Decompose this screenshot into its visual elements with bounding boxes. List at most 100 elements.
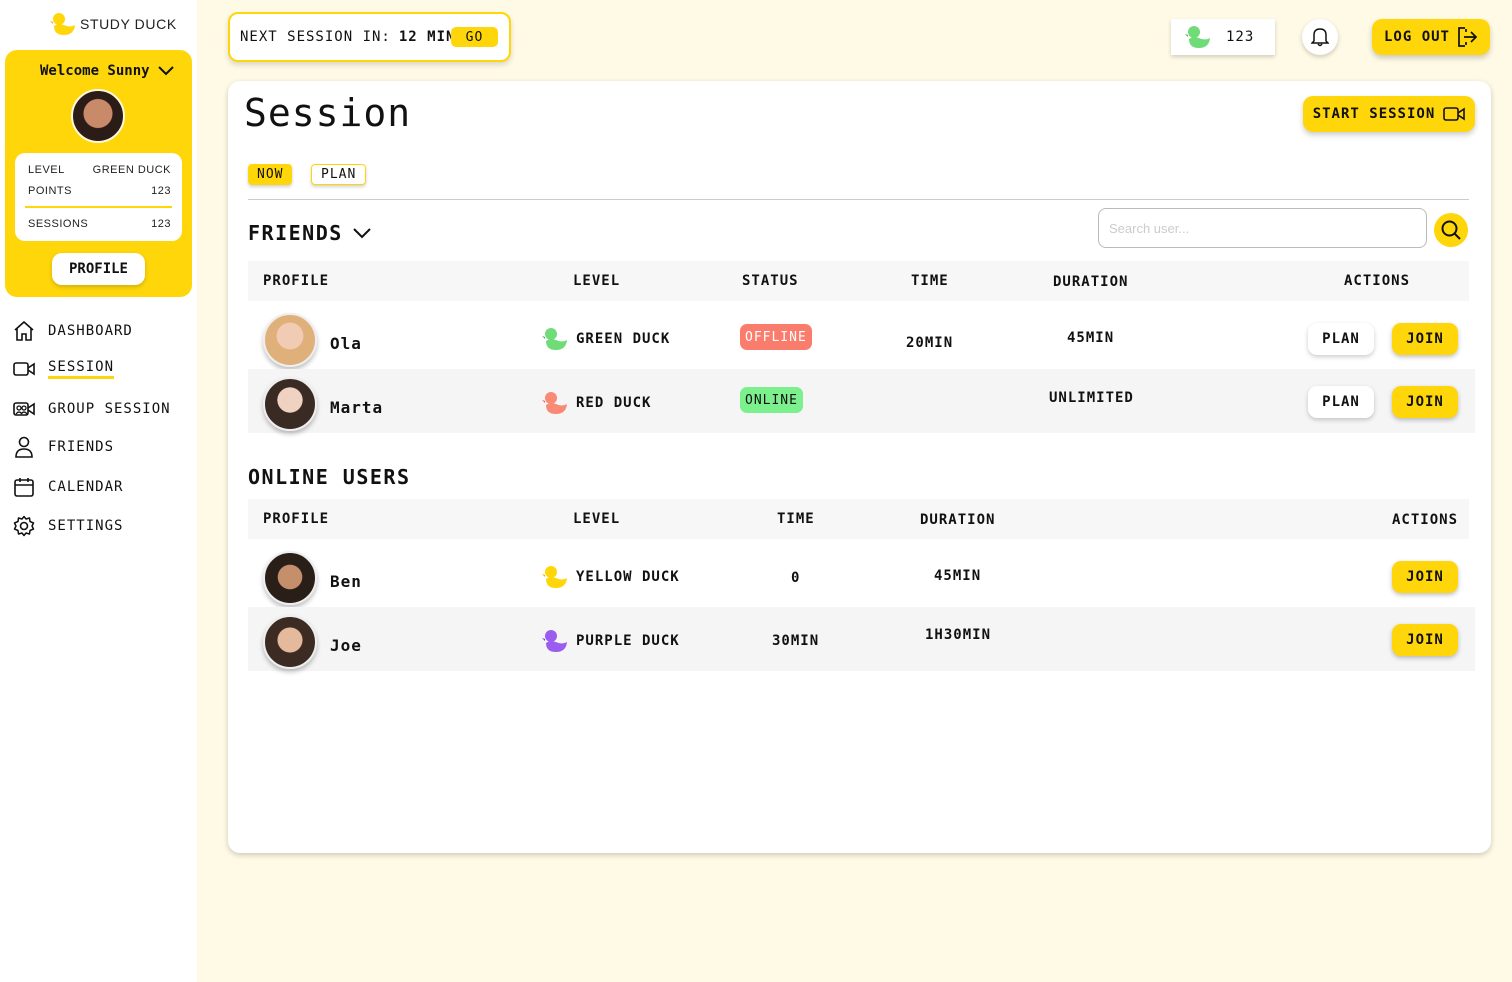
go-button[interactable]: GO [451, 27, 498, 47]
red-duck-icon [542, 392, 567, 414]
sidebar-item-calendar[interactable]: CALENDAR [12, 476, 123, 498]
green-duck-icon [542, 328, 567, 350]
group-video-icon [12, 398, 36, 420]
brand[interactable]: STUDY DUCK [50, 12, 177, 36]
sidebar-item-label: SESSION [48, 359, 115, 379]
time-cell: 20MIN [906, 335, 954, 351]
table-row: Ola GREEN DUCK OFFLINE 20MIN 45MIN PLAN … [248, 305, 1475, 369]
video-camera-icon [1443, 107, 1466, 121]
col-duration: DURATION [1053, 274, 1129, 290]
page-title: Session [244, 91, 412, 135]
sidebar-item-dashboard[interactable]: DASHBOARD [12, 320, 133, 342]
yellow-duck-icon [542, 566, 567, 588]
user-name: Ben [330, 572, 362, 591]
col-time: TIME [911, 273, 949, 289]
sidebar-item-group-session[interactable]: GROUP SESSION [12, 398, 171, 420]
table-row: Joe PURPLE DUCK 30MIN 1H30MIN JOIN [248, 607, 1475, 671]
sidebar-item-label: GROUP SESSION [48, 401, 171, 417]
duration-cell: 45MIN [1067, 330, 1115, 346]
person-icon [12, 436, 36, 458]
sidebar-item-settings[interactable]: SETTINGS [12, 515, 123, 537]
level-name: RED DUCK [576, 395, 652, 411]
welcome-menu[interactable]: Welcome Sunny [40, 63, 174, 79]
divider [248, 199, 1469, 200]
sidebar-item-friends[interactable]: FRIENDS [12, 436, 114, 458]
avatar[interactable] [71, 89, 125, 143]
friends-section-toggle[interactable]: FRIENDS [248, 221, 371, 245]
profile-button[interactable]: PROFILE [52, 253, 145, 285]
avatar[interactable] [263, 551, 317, 605]
online-users-title: ONLINE USERS [248, 465, 411, 489]
duration-cell: 45MIN [934, 568, 982, 584]
stat-points-label: POINTS [28, 185, 72, 197]
level-cell: GREEN DUCK [542, 327, 670, 351]
table-row: Ben YELLOW DUCK 0 45MIN JOIN [248, 543, 1475, 607]
sidebar-item-label: FRIENDS [48, 439, 115, 455]
level-cell: RED DUCK [542, 391, 651, 415]
friends-title: FRIENDS [248, 221, 343, 245]
user-name: Ola [330, 334, 362, 353]
plan-button[interactable]: PLAN [1308, 386, 1374, 418]
stats-box: LEVEL GREEN DUCK POINTS 123 SESSIONS 123 [15, 153, 182, 241]
join-button[interactable]: JOIN [1392, 561, 1458, 593]
join-button[interactable]: JOIN [1392, 624, 1458, 656]
avatar[interactable] [263, 313, 317, 367]
sidebar-item-label: CALENDAR [48, 479, 124, 495]
duration-cell: 1H30MIN [925, 627, 992, 643]
logout-label: LOG OUT [1383, 29, 1450, 45]
user-name: Joe [330, 636, 362, 655]
stat-level: LEVEL GREEN DUCK [28, 164, 171, 176]
stat-points: POINTS 123 [28, 185, 171, 197]
status-badge: OFFLINE [740, 324, 812, 350]
video-camera-icon [12, 358, 36, 380]
start-session-button[interactable]: START SESSION [1303, 96, 1475, 132]
online-users-label: ONLINE USERS [248, 465, 411, 489]
stat-level-value: GREEN DUCK [92, 164, 171, 176]
level-cell: PURPLE DUCK [542, 629, 680, 653]
stat-divider [25, 206, 172, 208]
tab-now[interactable]: NOW [248, 164, 293, 185]
time-cell: 30MIN [772, 633, 820, 649]
avatar[interactable] [263, 615, 317, 669]
col-profile: PROFILE [263, 273, 330, 289]
sidebar-item-label: SETTINGS [48, 518, 124, 534]
duration-cell: UNLIMITED [1049, 390, 1134, 406]
level-name: PURPLE DUCK [576, 633, 680, 649]
welcome-text: Welcome Sunny [40, 63, 150, 79]
search-icon [1441, 220, 1461, 240]
chevron-down-icon [157, 66, 174, 76]
stat-sessions-label: SESSIONS [28, 218, 89, 230]
profile-card: Welcome Sunny LEVEL GREEN DUCK POINTS 12… [5, 50, 192, 297]
start-session-label: START SESSION [1312, 106, 1436, 122]
session-panel: Session START SESSION NOW PLAN FRIENDS P… [228, 81, 1491, 853]
col-profile: PROFILE [263, 511, 330, 527]
logout-button[interactable]: LOG OUT [1372, 19, 1490, 55]
bell-icon [1311, 28, 1329, 47]
stat-points-value: 123 [151, 185, 171, 197]
search-button[interactable] [1434, 213, 1468, 247]
tab-plan[interactable]: PLAN [311, 164, 367, 185]
table-row: Marta RED DUCK ONLINE UNLIMITED PLAN JOI… [248, 369, 1475, 433]
app-name: STUDY DUCK [80, 16, 177, 32]
avatar[interactable] [263, 377, 317, 431]
join-button[interactable]: JOIN [1392, 323, 1458, 355]
next-session-label: NEXT SESSION IN: [240, 29, 391, 45]
level-name: GREEN DUCK [576, 331, 671, 347]
plan-button[interactable]: PLAN [1308, 323, 1374, 355]
online-table-header: PROFILE LEVEL TIME DURATION ACTIONS [248, 499, 1469, 539]
join-button[interactable]: JOIN [1392, 386, 1458, 418]
sidebar-item-label: DASHBOARD [48, 323, 133, 339]
chevron-down-icon [353, 227, 371, 238]
level-cell: YELLOW DUCK [542, 565, 680, 589]
col-actions: ACTIONS [1344, 273, 1411, 289]
search-input[interactable] [1098, 208, 1427, 248]
sidebar-item-session[interactable]: SESSION [12, 358, 115, 380]
time-cell: 0 [791, 570, 801, 586]
col-level: LEVEL [573, 511, 621, 527]
next-session-banner: NEXT SESSION IN: 12 MIN GO [228, 12, 511, 62]
notifications-button[interactable] [1302, 19, 1338, 55]
duck-logo-icon [50, 13, 75, 35]
stat-level-label: LEVEL [28, 164, 65, 176]
points-badge: 123 [1171, 19, 1275, 55]
col-actions: ACTIONS [1392, 512, 1459, 528]
